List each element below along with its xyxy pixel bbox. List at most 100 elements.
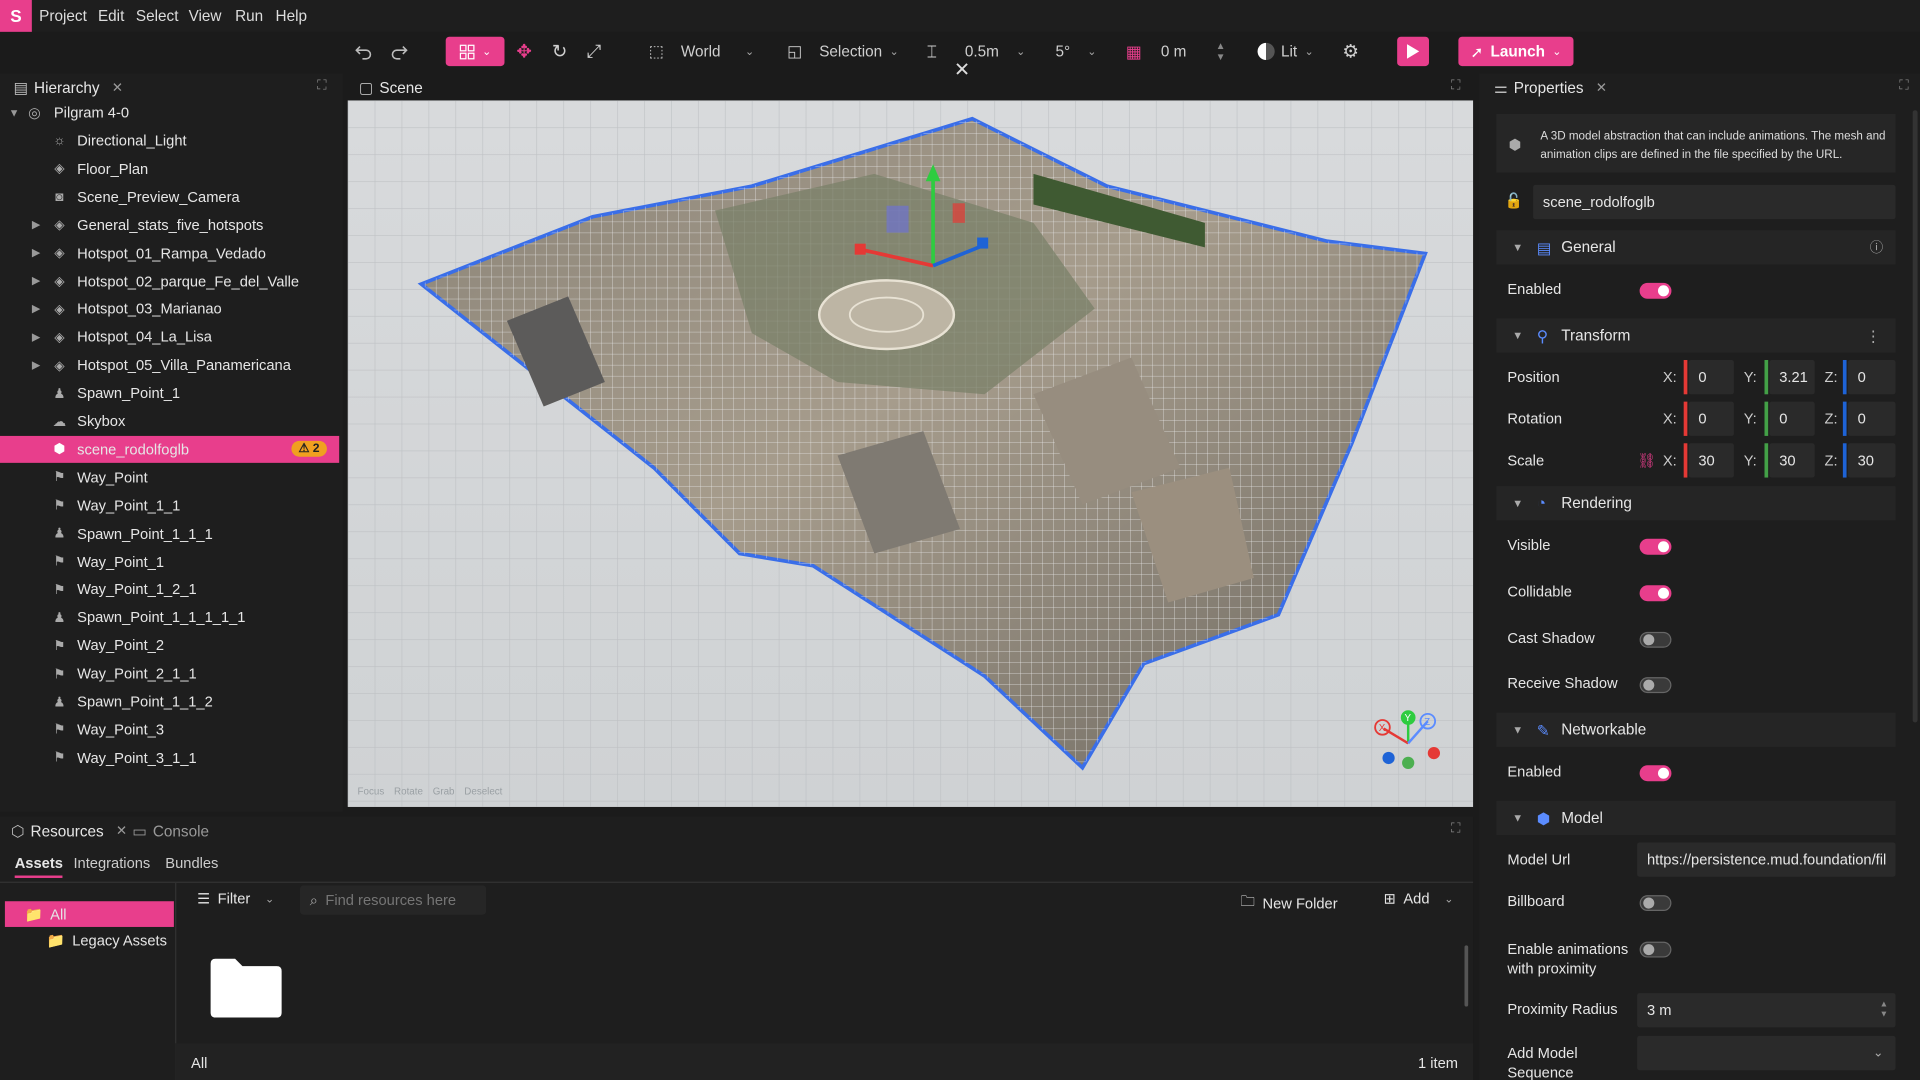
close-overlay-icon[interactable]: ✕	[954, 58, 970, 82]
folder-thumbnail[interactable]	[208, 956, 284, 1020]
move-tool-icon[interactable]: ✥	[512, 37, 536, 66]
rotate-tool-icon[interactable]: ↻	[549, 37, 571, 66]
animations-proximity-toggle[interactable]	[1639, 941, 1672, 958]
hierarchy-item[interactable]: ☁ Skybox	[0, 408, 339, 435]
position-x-input[interactable]: 0	[1688, 360, 1734, 395]
hierarchy-item[interactable]: ⚑ Way_Point_1	[0, 548, 339, 575]
hierarchy-item[interactable]: ⬢ scene_rodolfoglb ⚠ 2	[0, 435, 340, 463]
settings-gear-icon[interactable]: ⚙	[1340, 37, 1362, 66]
close-icon[interactable]: ✕	[116, 823, 127, 839]
scene-tab[interactable]: ▢ Scene	[359, 78, 423, 97]
lighting-dropdown[interactable]: Lit ⌄	[1255, 37, 1316, 66]
menu-help[interactable]: Help	[276, 7, 307, 24]
hierarchy-item[interactable]: ⚑ Way_Point_3_1_1	[0, 744, 339, 771]
new-folder-button[interactable]: 🗀 New Folder	[1240, 890, 1337, 916]
hierarchy-item[interactable]: ◈ Floor_Plan	[0, 155, 339, 182]
collidable-toggle[interactable]	[1639, 585, 1672, 602]
menu-edit[interactable]: Edit	[98, 7, 124, 24]
maximize-icon[interactable]: ⛶	[1899, 78, 1908, 94]
tree-item-legacy-assets[interactable]: 📁 Legacy Assets	[47, 932, 167, 949]
hierarchy-item[interactable]: ▶ ◈ General_stats_five_hotspots	[0, 211, 339, 238]
undo-icon[interactable]	[353, 37, 375, 66]
resource-search[interactable]: ⌕	[300, 885, 487, 915]
hierarchy-item[interactable]: ⚑ Way_Point_1_2_1	[0, 576, 339, 603]
chevron-right-icon[interactable]: ▶	[32, 302, 40, 315]
hierarchy-item[interactable]: ⚑ Way_Point_3	[0, 716, 339, 743]
maximize-icon[interactable]: ⛶	[317, 78, 326, 94]
pivot-icon[interactable]: ◱	[784, 37, 806, 66]
visible-toggle[interactable]	[1639, 538, 1672, 555]
hierarchy-item[interactable]: ♟ Spawn_Point_1	[0, 380, 339, 407]
tab-assets[interactable]: Assets	[14, 855, 63, 878]
axis-gizmo[interactable]: Y X Z	[1371, 707, 1444, 780]
menu-select[interactable]: Select	[136, 7, 179, 24]
grid-snap-icon[interactable]: ▦	[1123, 37, 1145, 66]
selection-dropdown[interactable]: Selection ⌄	[819, 37, 907, 66]
help-icon[interactable]: ⓘ	[1870, 238, 1883, 258]
properties-tab[interactable]: ⚌ Properties ✕	[1494, 78, 1607, 97]
grid-select-button[interactable]: ⌄	[445, 36, 505, 67]
hierarchy-item[interactable]: ▶ ◈ Hotspot_01_Rampa_Vedado	[0, 240, 339, 267]
position-y-input[interactable]: 3.21	[1769, 360, 1815, 395]
snap-distance-dropdown[interactable]: 0.5m ⌄	[965, 37, 1034, 66]
close-icon[interactable]: ✕	[1596, 80, 1607, 96]
rotation-x-input[interactable]: 0	[1688, 401, 1734, 436]
lock-icon[interactable]: 🔓	[1505, 192, 1523, 209]
chevron-right-icon[interactable]: ▶	[32, 330, 40, 343]
cast-shadow-toggle[interactable]	[1639, 631, 1672, 648]
snap-angle-dropdown[interactable]: 5° ⌄	[1056, 37, 1107, 66]
chevron-right-icon[interactable]: ▶	[32, 358, 40, 371]
search-input[interactable]	[325, 891, 473, 909]
scale-y-input[interactable]: 30	[1769, 443, 1815, 478]
hierarchy-item[interactable]: ♟ Spawn_Point_1_1_1	[0, 520, 339, 547]
hierarchy-item[interactable]: ♟ Spawn_Point_1_1_2	[0, 688, 339, 715]
close-icon[interactable]: ✕	[112, 80, 123, 96]
scrollbar[interactable]	[1464, 945, 1469, 1007]
chevron-down-icon[interactable]: ▼	[9, 107, 20, 119]
more-options-icon[interactable]: ⋮	[1866, 326, 1881, 345]
object-name-field[interactable]: scene_rodolfoglb	[1533, 184, 1896, 220]
transform-space-icon[interactable]: ⬚	[644, 37, 668, 66]
position-z-input[interactable]: 0	[1847, 360, 1896, 395]
hierarchy-item[interactable]: ♟ Spawn_Point_1_1_1_1_1	[0, 604, 339, 631]
scale-z-input[interactable]: 30	[1847, 443, 1896, 478]
launch-button[interactable]: ➚ Launch ⌄	[1458, 36, 1574, 67]
networkable-enabled-toggle[interactable]	[1639, 765, 1672, 782]
hierarchy-item[interactable]: ☼ Directional_Light	[0, 127, 339, 154]
section-rendering[interactable]: ▼ ◔ Rendering	[1496, 486, 1896, 521]
properties-scrollbar[interactable]	[1912, 110, 1918, 723]
hierarchy-item[interactable]: ▶ ◈ Hotspot_02_parque_Fe_del_Valle	[0, 268, 339, 295]
chevron-right-icon[interactable]: ▶	[32, 218, 40, 231]
hierarchy-item[interactable]: ⚑ Way_Point_2_1_1	[0, 660, 339, 687]
model-url-input[interactable]: https://persistence.mud.foundation/fil	[1637, 842, 1896, 877]
menu-run[interactable]: Run	[235, 7, 263, 24]
section-model[interactable]: ▼ ⬢ Model	[1496, 800, 1896, 836]
hierarchy-item[interactable]: ▶ ◈ Hotspot_03_Marianao	[0, 296, 339, 323]
chevron-right-icon[interactable]: ▶	[32, 246, 40, 259]
resources-tab[interactable]: ⬡ Resources ✕	[11, 822, 127, 840]
menu-view[interactable]: View	[189, 7, 222, 24]
link-icon[interactable]: ⛓	[1637, 452, 1656, 469]
scale-x-input[interactable]: 30	[1688, 443, 1734, 478]
rotation-z-input[interactable]: 0	[1847, 401, 1896, 436]
play-button[interactable]	[1397, 36, 1429, 67]
section-general[interactable]: ▼ ▤ General ⓘ	[1496, 230, 1896, 265]
stepper-icon[interactable]: ▲ ▼	[1880, 1000, 1888, 1020]
tab-bundles[interactable]: Bundles	[165, 855, 218, 872]
hierarchy-item[interactable]: ⚑ Way_Point_2	[0, 632, 339, 659]
scene-viewport[interactable]: Y X Z Focus Rotate Grab Deselect	[347, 100, 1474, 807]
tree-item-all[interactable]: 📁 All	[4, 901, 174, 927]
hierarchy-item[interactable]: ▶ ◈ Hotspot_05_Villa_Panamericana	[0, 352, 339, 379]
proximity-radius-input[interactable]: 3 m ▲ ▼	[1637, 993, 1896, 1028]
receive-shadow-toggle[interactable]	[1639, 677, 1672, 694]
world-dropdown[interactable]: World ⌄	[681, 37, 767, 66]
hierarchy-item[interactable]: ⚑ Way_Point	[0, 464, 339, 491]
warning-badge[interactable]: ⚠ 2	[291, 441, 327, 458]
hierarchy-item[interactable]: ▶ ◈ Hotspot_04_La_Lisa	[0, 324, 339, 351]
billboard-toggle[interactable]	[1639, 895, 1672, 912]
maximize-icon[interactable]: ⛶	[1451, 78, 1460, 94]
grid-offset-field[interactable]: 0 m ▲ ▼	[1161, 37, 1230, 66]
add-sequence-dropdown[interactable]: ⌄	[1637, 1035, 1896, 1071]
maximize-icon[interactable]: ⛶	[1451, 822, 1460, 838]
rotation-y-input[interactable]: 0	[1769, 401, 1815, 436]
